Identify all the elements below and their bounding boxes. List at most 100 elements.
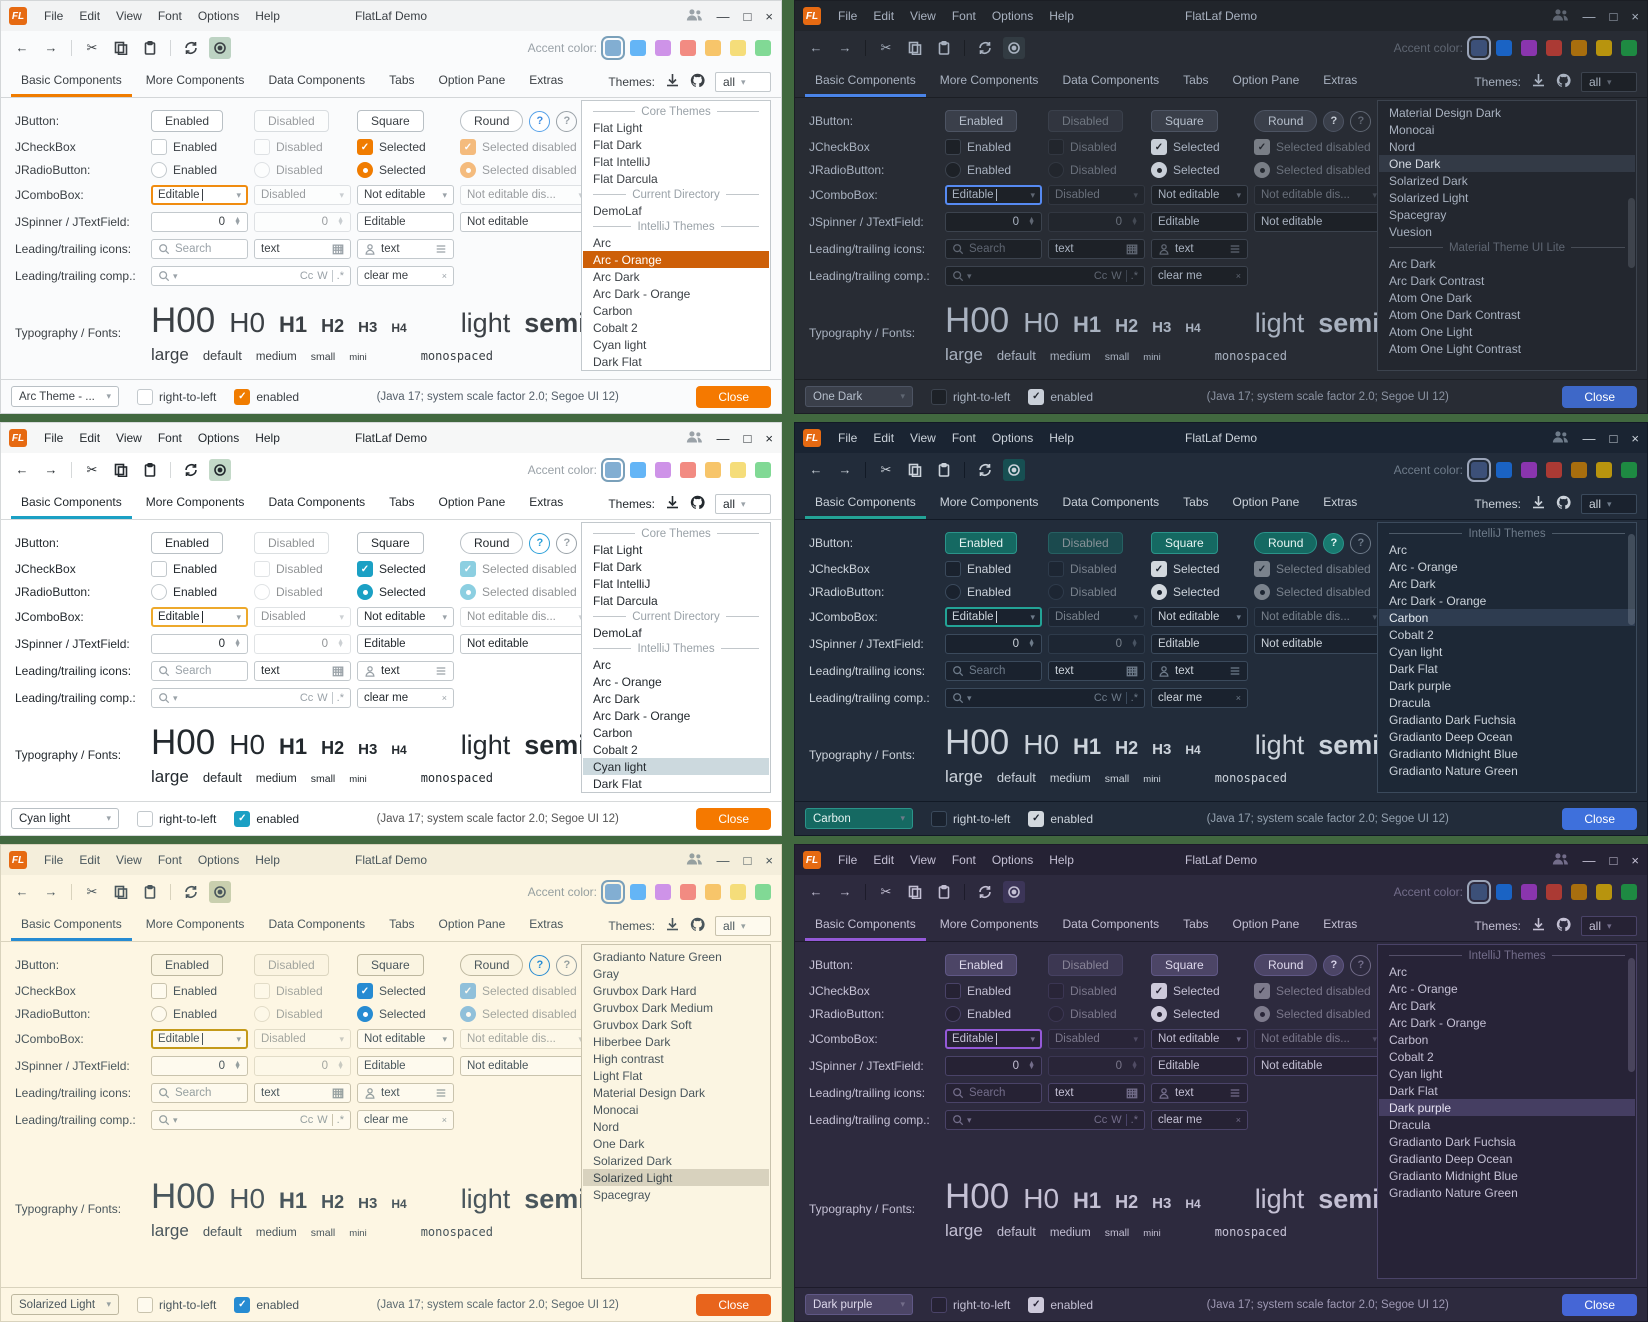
minimize-button[interactable]: — xyxy=(717,432,730,445)
copy-icon[interactable] xyxy=(904,459,926,481)
themes-filter-select[interactable]: all ▾ xyxy=(1581,494,1637,514)
theme-item-gradianto-dark-fuchsia[interactable]: Gradianto Dark Fuchsia xyxy=(1379,1133,1635,1150)
theme-item-arc-dark-orange[interactable]: Arc Dark - Orange xyxy=(583,285,769,302)
theme-item-arc-dark-contrast[interactable]: Arc Dark Contrast xyxy=(1379,272,1635,289)
search-input[interactable]: Search xyxy=(945,239,1042,259)
minimize-button[interactable]: — xyxy=(1583,854,1596,867)
help-button[interactable]: ? xyxy=(529,533,550,554)
clearable-input[interactable]: clear me× xyxy=(1151,688,1248,708)
menu-view[interactable]: View xyxy=(903,7,943,25)
accent-swatch-7[interactable] xyxy=(755,462,771,478)
download-icon[interactable] xyxy=(665,73,680,91)
tab-more-components[interactable]: More Components xyxy=(136,489,255,519)
theme-item-monocai[interactable]: Monocai xyxy=(1379,121,1635,138)
theme-item-spacegray[interactable]: Spacegray xyxy=(1379,206,1635,223)
tab-data-components[interactable]: Data Components xyxy=(258,911,375,941)
minimize-button[interactable]: — xyxy=(1583,432,1596,445)
close-button[interactable]: Close xyxy=(1562,386,1637,408)
tab-more-components[interactable]: More Components xyxy=(136,67,255,97)
user-text-input[interactable]: text xyxy=(1151,239,1248,259)
cut-icon[interactable]: ✂ xyxy=(81,37,103,59)
theme-select[interactable]: Cyan light▾ xyxy=(11,808,119,829)
textfield-editable[interactable]: Editable xyxy=(357,1056,454,1076)
theme-item-arc-orange[interactable]: Arc - Orange xyxy=(1379,980,1635,997)
github-icon[interactable] xyxy=(1556,917,1571,935)
github-icon[interactable] xyxy=(1556,495,1571,513)
tab-basic-components[interactable]: Basic Components xyxy=(805,911,926,941)
enabled-checkbox[interactable]: enabled xyxy=(1028,811,1093,827)
back-button[interactable]: ← xyxy=(805,459,827,481)
user-text-input[interactable]: text xyxy=(1151,1083,1248,1103)
forward-button[interactable]: → xyxy=(834,459,856,481)
minimize-button[interactable]: — xyxy=(717,10,730,23)
accent-swatch-5[interactable] xyxy=(705,884,721,900)
tab-option-pane[interactable]: Option Pane xyxy=(1223,489,1310,519)
close-button[interactable]: Close xyxy=(1562,1294,1637,1316)
tab-data-components[interactable]: Data Components xyxy=(1052,67,1169,97)
tab-more-components[interactable]: More Components xyxy=(930,489,1049,519)
menu-view[interactable]: View xyxy=(903,429,943,447)
theme-item-solarized-light[interactable]: Solarized Light xyxy=(1379,189,1635,206)
copy-icon[interactable] xyxy=(110,459,132,481)
show-hidden-toggle[interactable] xyxy=(1003,37,1025,59)
enabled-button[interactable]: Enabled xyxy=(945,110,1017,132)
combobox-editable[interactable]: Editable▾ xyxy=(151,185,248,205)
show-hidden-toggle[interactable] xyxy=(1003,459,1025,481)
accent-swatch-7[interactable] xyxy=(1621,462,1637,478)
minimize-button[interactable]: — xyxy=(717,854,730,867)
rtl-checkbox[interactable]: right-to-left xyxy=(931,1297,1010,1313)
textfield-editable[interactable]: Editable xyxy=(357,634,454,654)
users-icon[interactable] xyxy=(1552,852,1569,868)
textfield-editable[interactable]: Editable xyxy=(1151,1056,1248,1076)
theme-item-atom-one-dark[interactable]: Atom One Dark xyxy=(1379,289,1635,306)
back-button[interactable]: ← xyxy=(805,37,827,59)
search-input[interactable]: Search xyxy=(945,661,1042,681)
combobox-not-editable[interactable]: Not editable▾ xyxy=(357,185,454,205)
square-button[interactable]: Square xyxy=(1151,954,1218,976)
accent-swatch-6[interactable] xyxy=(730,884,746,900)
paste-icon[interactable] xyxy=(933,881,955,903)
theme-item-dracula[interactable]: Dracula xyxy=(1379,694,1635,711)
theme-item-dracula[interactable]: Dracula xyxy=(1379,1116,1635,1133)
accent-swatch-5[interactable] xyxy=(1571,462,1587,478)
tab-extras[interactable]: Extras xyxy=(519,489,573,519)
theme-item-flat-light[interactable]: Flat Light xyxy=(583,541,769,558)
round-button[interactable]: Round xyxy=(460,110,523,132)
radio-enabled[interactable]: Enabled xyxy=(945,1006,1042,1022)
back-button[interactable]: ← xyxy=(11,37,33,59)
menu-help[interactable]: Help xyxy=(248,429,287,447)
search-input[interactable]: Search xyxy=(151,661,248,681)
menu-options[interactable]: Options xyxy=(191,7,246,25)
help-button[interactable]: ? xyxy=(1323,955,1344,976)
theme-item-gruvbox-dark-hard[interactable]: Gruvbox Dark Hard xyxy=(583,982,769,999)
scrollbar-thumb[interactable] xyxy=(1628,534,1635,625)
theme-item-cobalt-2[interactable]: Cobalt 2 xyxy=(1379,626,1635,643)
theme-item-arc[interactable]: Arc xyxy=(583,234,769,251)
checkbox-enabled[interactable]: Enabled xyxy=(945,561,1042,577)
theme-item-one-dark[interactable]: One Dark xyxy=(1379,155,1635,172)
theme-item-gradianto-deep-ocean[interactable]: Gradianto Deep Ocean xyxy=(1379,1150,1635,1167)
theme-item-arc-orange[interactable]: Arc - Orange xyxy=(1379,558,1635,575)
theme-item-cobalt-2[interactable]: Cobalt 2 xyxy=(583,741,769,758)
accent-swatch-2[interactable] xyxy=(1496,40,1512,56)
rtl-checkbox[interactable]: right-to-left xyxy=(931,811,1010,827)
show-hidden-toggle[interactable] xyxy=(209,37,231,59)
paste-icon[interactable] xyxy=(933,459,955,481)
theme-item-cyan-light[interactable]: Cyan light xyxy=(1379,1065,1635,1082)
forward-button[interactable]: → xyxy=(40,459,62,481)
cut-icon[interactable]: ✂ xyxy=(81,881,103,903)
users-icon[interactable] xyxy=(1552,8,1569,24)
cut-icon[interactable]: ✂ xyxy=(875,881,897,903)
theme-item-arc-dark-orange[interactable]: Arc Dark - Orange xyxy=(1379,592,1635,609)
scrollbar[interactable] xyxy=(1627,523,1636,792)
theme-item-material-design-dark[interactable]: Material Design Dark xyxy=(583,1084,769,1101)
themes-filter-select[interactable]: all ▾ xyxy=(715,494,771,514)
combobox-not-editable[interactable]: Not editable▾ xyxy=(357,607,454,627)
refresh-icon[interactable] xyxy=(974,459,996,481)
radio-selected[interactable]: Selected xyxy=(357,584,454,600)
scrollbar-thumb[interactable] xyxy=(1628,958,1635,1071)
round-button[interactable]: Round xyxy=(1254,110,1317,132)
round-button[interactable]: Round xyxy=(460,954,523,976)
download-icon[interactable] xyxy=(1531,917,1546,935)
tab-basic-components[interactable]: Basic Components xyxy=(805,489,926,519)
